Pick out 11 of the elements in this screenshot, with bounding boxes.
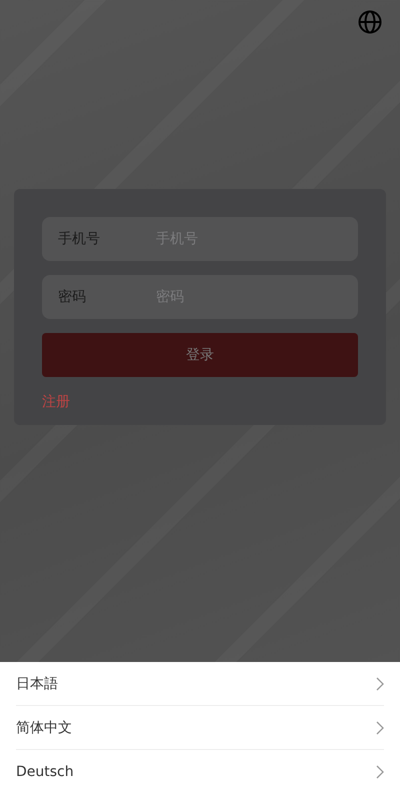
language-option[interactable]: 日本語 [16,662,384,706]
login-button[interactable]: 登录 [42,333,358,377]
chevron-right-icon [376,676,384,690]
language-option[interactable]: 简体中文 [16,706,384,750]
field-label: 手机号 [58,230,101,248]
language-option[interactable]: Deutsch [16,750,384,794]
chevron-right-icon [376,720,384,734]
field-label: 密码 [58,288,87,306]
globe-icon[interactable] [358,10,382,34]
chevron-right-icon [376,765,384,779]
register-link[interactable]: 注册 [42,394,70,410]
